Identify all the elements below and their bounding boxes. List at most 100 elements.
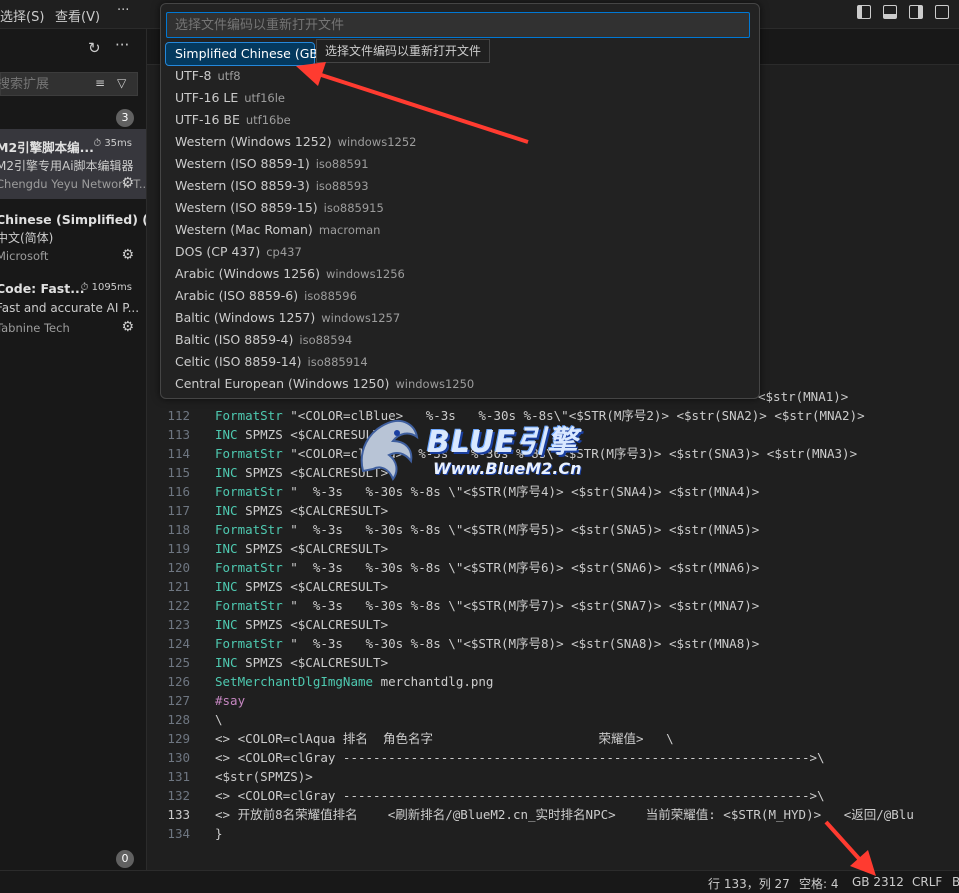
sidebar-header: ↻ ··· — [0, 29, 146, 69]
line-number: 118 — [167, 522, 190, 537]
code-line[interactable]: 124 FormatStr " %-3s %-30s %-8s \"<$STR(M… — [147, 634, 959, 653]
code-line[interactable]: 133 <> 开放前8名荣耀值排名 <刷新排名/@BlueM2.cn_实时排名NP… — [147, 805, 959, 824]
encoding-option[interactable]: Arabic (Windows 1256) windows1256 — [166, 263, 754, 285]
encoding-option[interactable]: UTF-8 utf8 — [166, 65, 754, 87]
installed-count-badge: 3 — [116, 109, 134, 127]
extension-item[interactable]: M2引擎脚本编... ⏱ 35ms M2引擎专用Ai脚本编辑器 Chengdu … — [0, 129, 146, 199]
encoding-option[interactable]: Central European (ISO 8859-2)iso88592 — [166, 395, 754, 398]
indentation[interactable]: 空格: 4 — [799, 875, 839, 892]
toggle-primary-sidebar-icon[interactable] — [857, 5, 871, 19]
menu-more[interactable]: ··· — [117, 3, 129, 18]
encoding-option-label: Western (Mac Roman) macroman — [175, 219, 380, 241]
encoding-option-label: Western (ISO 8859-1) iso88591 — [175, 153, 369, 175]
encoding-option[interactable]: Arabic (ISO 8859-6) iso88596 — [166, 285, 754, 307]
encoding-option[interactable]: Western (Mac Roman) macroman — [166, 219, 754, 241]
line-text: #say — [215, 691, 245, 710]
encoding-option[interactable]: Western (ISO 8859-3) iso88593 — [166, 175, 754, 197]
encoding-id: windows1256 — [325, 267, 405, 281]
code-rest: <> <COLOR=clGray -----------------------… — [215, 750, 825, 765]
encoding-indicator[interactable]: GB 2312 — [852, 875, 904, 889]
code-line[interactable]: 119 INC SPMZS <$CALCRESULT> — [147, 539, 959, 558]
encoding-option[interactable]: Western (Windows 1252) windows1252 — [166, 131, 754, 153]
clear-filter-icon[interactable]: ≡ — [95, 76, 105, 90]
extension-name: Chinese (Simplified) (简体... — [0, 212, 146, 227]
extension-item[interactable]: Chinese (Simplified) (简体... 中文(简体) Micro… — [0, 201, 146, 271]
extension-description: 中文(简体) — [0, 231, 54, 245]
toggle-panel-icon[interactable] — [883, 5, 897, 19]
line-text: FormatStr " %-3s %-30s %-8s \"<$STR(M序号8… — [215, 634, 759, 653]
code-line[interactable]: 134} — [147, 824, 959, 843]
code-line[interactable]: 129 <> <COLOR=clAqua 排名 角色名字 荣耀值> \ — [147, 729, 959, 748]
encoding-option[interactable]: Celtic (ISO 8859-14) iso885914 — [166, 351, 754, 373]
encoding-name: Baltic (Windows 1257) — [175, 310, 316, 325]
code-rest: " %-3s %-30s %-8s \"<$STR(M序号5)> <$str(S… — [282, 522, 760, 537]
encoding-option[interactable]: UTF-16 BE utf16be — [166, 109, 754, 131]
refresh-icon[interactable]: ↻ — [88, 39, 101, 57]
code-line[interactable]: 126 SetMerchantDlgImgName merchantdlg.png — [147, 672, 959, 691]
line-text: INC SPMZS <$CALCRESULT> — [215, 539, 388, 558]
menu-select[interactable]: 选择(S) — [0, 6, 44, 25]
quick-pick-input[interactable] — [173, 17, 737, 34]
encoding-option[interactable]: Central European (Windows 1250) windows12… — [166, 373, 754, 395]
encoding-name: Arabic (Windows 1256) — [175, 266, 320, 281]
encoding-id: iso88596 — [304, 289, 357, 303]
code-line[interactable]: 125 INC SPMZS <$CALCRESULT> — [147, 653, 959, 672]
code-rest: } — [215, 826, 223, 841]
encoding-option[interactable]: Western (ISO 8859-15) iso885915 — [166, 197, 754, 219]
encoding-option-label: Celtic (ISO 8859-14) iso885914 — [175, 351, 368, 373]
extension-description: M2引擎专用Ai脚本编辑器 — [0, 159, 134, 173]
code-line[interactable]: 120 FormatStr " %-3s %-30s %-8s \"<$STR(M… — [147, 558, 959, 577]
code-keyword: FormatStr — [215, 560, 283, 575]
encoding-name: Central European (Windows 1250) — [175, 376, 390, 391]
extension-item[interactable]: Code: Fast... ⏱ 1095ms Fast and accurate… — [0, 273, 146, 343]
code-line[interactable]: 122 FormatStr " %-3s %-30s %-8s \"<$STR(M… — [147, 596, 959, 615]
line-number: 115 — [167, 465, 190, 480]
encoding-option[interactable]: DOS (CP 437) cp437 — [166, 241, 754, 263]
code-line[interactable]: 130 <> <COLOR=clGray --------------------… — [147, 748, 959, 767]
language-indicator[interactable]: B — [952, 875, 959, 889]
gear-icon[interactable]: ⚙ — [121, 319, 134, 335]
encoding-id: windows1250 — [395, 377, 475, 391]
code-line[interactable]: 132 <> <COLOR=clGray --------------------… — [147, 786, 959, 805]
line-text: <$str(MNA1)> — [758, 387, 848, 406]
code-keyword: SetMerchantDlgImgName — [215, 674, 374, 689]
encoding-option[interactable]: Simplified Chinese (GB 2312) — [165, 42, 359, 66]
code-keyword: FormatStr — [215, 598, 283, 613]
cursor-position[interactable]: 行 133，列 27 — [708, 875, 790, 892]
filter-icon[interactable]: ▽ — [117, 76, 126, 90]
code-line[interactable]: 128 \ — [147, 710, 959, 729]
line-number: 122 — [167, 598, 190, 613]
line-text: SetMerchantDlgImgName merchantdlg.png — [215, 672, 493, 691]
more-actions-icon[interactable]: ··· — [115, 36, 129, 54]
toggle-secondary-sidebar-icon[interactable] — [909, 5, 923, 19]
encoding-option[interactable]: Baltic (Windows 1257) windows1257 — [166, 307, 754, 329]
code-line[interactable]: 127 #say — [147, 691, 959, 710]
code-line[interactable]: 123 INC SPMZS <$CALCRESULT> — [147, 615, 959, 634]
encoding-option-label: Central European (ISO 8859-2)iso88592 — [175, 395, 426, 398]
watermark: BLUE引擎 Www.BlueM2.Cn — [345, 405, 625, 485]
eol-indicator[interactable]: CRLF — [912, 875, 942, 889]
encoding-option[interactable]: UTF-16 LE utf16le — [166, 87, 754, 109]
status-bar: 行 133，列 27 空格: 4 GB 2312 CRLF B — [0, 870, 959, 893]
code-line[interactable]: 121 INC SPMZS <$CALCRESULT> — [147, 577, 959, 596]
gear-icon[interactable]: ⚙ — [121, 175, 134, 191]
encoding-option[interactable]: Baltic (ISO 8859-4) iso88594 — [166, 329, 754, 351]
code-line[interactable]: 118 FormatStr " %-3s %-30s %-8s \"<$STR(M… — [147, 520, 959, 539]
encoding-option-label: DOS (CP 437) cp437 — [175, 241, 302, 263]
extension-search-input[interactable] — [0, 76, 89, 93]
encoding-option-label: Western (Windows 1252) windows1252 — [175, 131, 416, 153]
code-line[interactable]: 117 INC SPMZS <$CALCRESULT> — [147, 501, 959, 520]
customize-layout-icon[interactable] — [935, 5, 949, 19]
code-line[interactable]: 131 <$str(SPMZS)> — [147, 767, 959, 786]
gear-icon[interactable]: ⚙ — [121, 247, 134, 263]
encoding-option[interactable]: Western (ISO 8859-1) iso88591 — [166, 153, 754, 175]
encoding-option-label: Central European (Windows 1250) windows12… — [175, 373, 474, 395]
extension-description: Fast and accurate AI P... — [0, 301, 140, 315]
encoding-name: Western (Mac Roman) — [175, 222, 313, 237]
encoding-option-label: Arabic (Windows 1256) windows1256 — [175, 263, 405, 285]
menu-view[interactable]: 查看(V) — [55, 6, 100, 25]
tooltip: 选择文件编码以重新打开文件 — [316, 39, 491, 63]
encoding-id: utf8 — [217, 69, 241, 83]
encoding-id: utf16be — [245, 113, 291, 127]
code-rest: SPMZS <$CALCRESULT> — [237, 579, 389, 594]
